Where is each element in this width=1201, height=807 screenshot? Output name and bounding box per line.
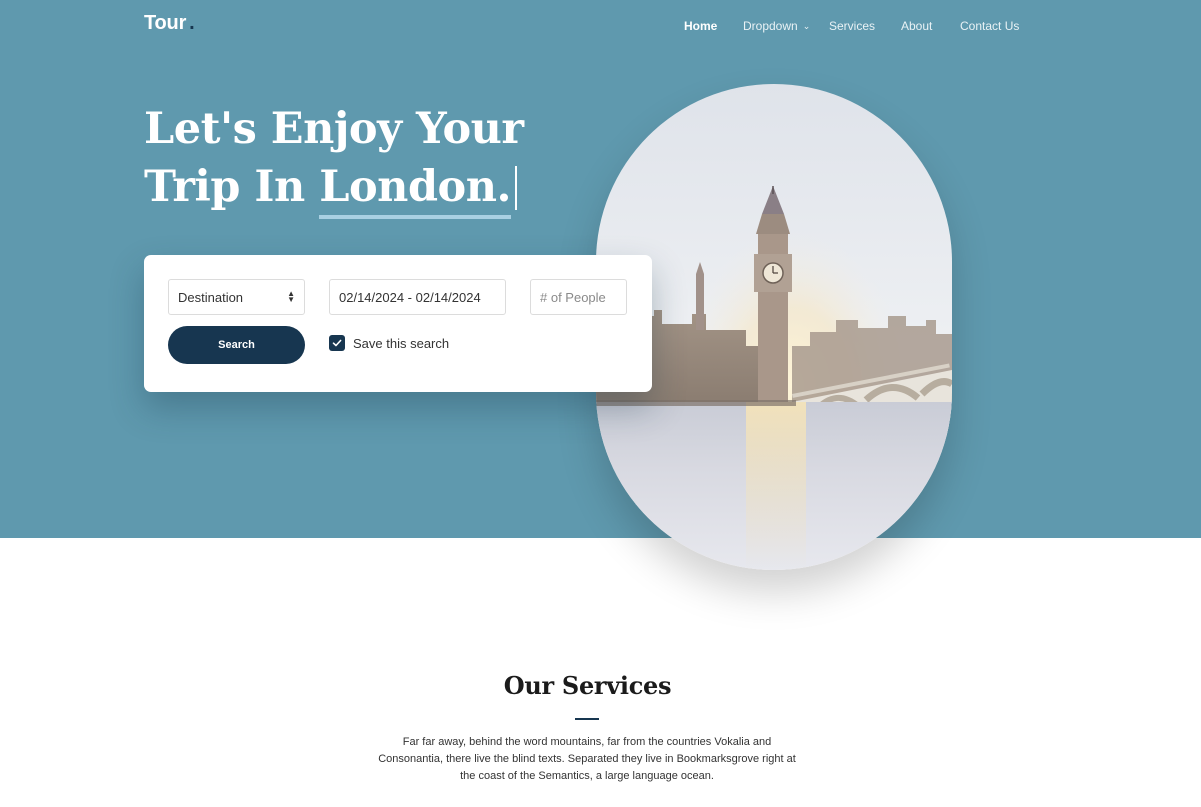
nav-item-about[interactable]: About (901, 19, 932, 33)
nav-item-contact[interactable]: Contact Us (960, 19, 1019, 33)
typing-caret (514, 166, 517, 210)
destination-select[interactable]: Destination ▲ ▼ (168, 279, 305, 315)
top-navbar: Tour. Home Dropdown ⌄ Services About Cont… (0, 0, 1201, 52)
headline-city: London. (319, 158, 511, 219)
nav-item-dropdown[interactable]: Dropdown ⌄ (743, 19, 810, 33)
nav-item-home[interactable]: Home (684, 19, 717, 33)
headline-prefix: Trip In (144, 162, 305, 212)
search-form-card: Destination ▲ ▼ 02/14/2024 - 02/14/2024 #… (144, 255, 652, 392)
services-description: Far far away, behind the word mountains,… (378, 736, 796, 782)
services-heading: Our Services (503, 671, 672, 700)
nav-item-services[interactable]: Services (829, 19, 875, 33)
nav-menu: Home Dropdown ⌄ Services About Contact Us (0, 19, 1201, 35)
services-divider (575, 718, 599, 720)
chevron-down-icon: ⌄ (802, 21, 811, 31)
date-range-input[interactable]: 02/14/2024 - 02/14/2024 (329, 279, 506, 315)
hero-section: Tour. Home Dropdown ⌄ Services About Cont… (0, 0, 1201, 570)
save-search-label: Save this search (353, 335, 450, 351)
headline-line-2: Trip In London. (144, 158, 564, 219)
nav-item-dropdown-label: Dropdown (743, 19, 798, 33)
headline-line-1: Let's Enjoy Your (144, 104, 524, 154)
hero-headline: Let's Enjoy Your Trip In London. (144, 100, 564, 219)
save-search-checkbox[interactable]: Save this search (329, 335, 449, 351)
people-count-input[interactable]: # of People (530, 279, 627, 315)
checkbox-checked-icon[interactable] (329, 335, 345, 351)
select-arrows-icon: ▲ ▼ (287, 289, 295, 304)
destination-select-value: Destination (178, 289, 244, 305)
search-button[interactable]: Search (168, 326, 305, 364)
